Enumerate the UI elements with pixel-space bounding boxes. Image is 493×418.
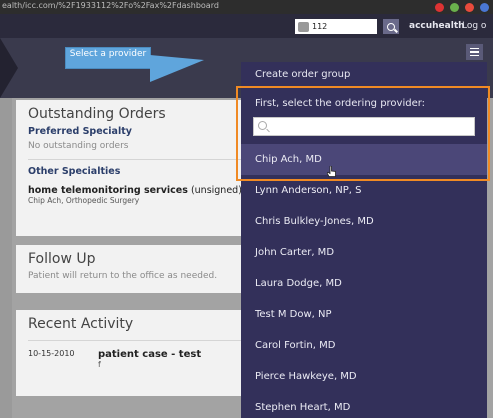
url-text: ealth/icc.com/%2F1933112%2Fo%2Fax%2Fdash… <box>2 1 219 10</box>
search-button[interactable] <box>383 19 399 34</box>
activity-sub: f <box>98 360 101 369</box>
provider-option[interactable]: Carol Fortin, MD <box>241 330 487 361</box>
browser-url-bar[interactable]: ealth/icc.com/%2F1933112%2Fo%2Fax%2Fdash… <box>0 0 493 14</box>
profile-icon[interactable] <box>480 2 489 12</box>
patient-search-field[interactable]: 112 <box>295 19 377 34</box>
follow-up-text: Patient will return to the office as nee… <box>28 271 218 281</box>
search-icon <box>387 22 395 31</box>
divider <box>28 340 274 341</box>
extension-icon[interactable] <box>450 2 459 12</box>
back-arrow-icon[interactable] <box>0 38 18 98</box>
record-icon[interactable] <box>435 2 444 12</box>
activity-row[interactable]: 10-15-2010 patient case - test f <box>28 349 274 369</box>
provider-option[interactable]: Pierce Hawkeye, MD <box>241 361 487 392</box>
provider-option[interactable]: Chris Bulkley-Jones, MD <box>241 206 487 237</box>
activity-title: patient case - test <box>98 349 202 360</box>
provider-option[interactable]: Laura Dodge, MD <box>241 268 487 299</box>
order-status: (unsigned) <box>187 185 242 196</box>
provider-option[interactable]: Stephen Heart, MD <box>241 392 487 418</box>
callout-pointer <box>150 55 204 82</box>
order-item[interactable]: home telemonitoring services (unsigned) <box>28 185 274 196</box>
provider-option[interactable]: Test M Dow, NP <box>241 299 487 330</box>
card-title: Follow Up <box>28 251 96 267</box>
notification-icon[interactable] <box>465 2 474 12</box>
browser-extension-tray <box>435 1 489 13</box>
provider-option[interactable]: John Carter, MD <box>241 237 487 268</box>
username[interactable]: accuhealth <box>409 19 465 34</box>
hamburger-icon <box>470 47 479 50</box>
order-provider: Chip Ach, Orthopedic Surgery <box>28 196 140 205</box>
create-order-group-item[interactable]: Create order group <box>241 62 487 86</box>
hand-cursor-icon <box>327 166 336 177</box>
logout-link[interactable]: Log o <box>462 19 486 34</box>
menu-toggle-button[interactable] <box>466 44 483 60</box>
person-icon <box>298 21 309 32</box>
card-title: Recent Activity <box>28 316 134 332</box>
app-header: 112 accuhealth Log o <box>0 14 493 38</box>
provider-list: Chip Ach, MD Lynn Anderson, NP, S Chris … <box>241 144 487 418</box>
instruction-callout: Select a provider <box>65 47 151 69</box>
order-name: home telemonitoring services <box>28 185 188 196</box>
activity-date: 10-15-2010 <box>28 349 75 358</box>
patient-id: 112 <box>312 22 328 31</box>
tutorial-highlight-box <box>236 86 490 181</box>
